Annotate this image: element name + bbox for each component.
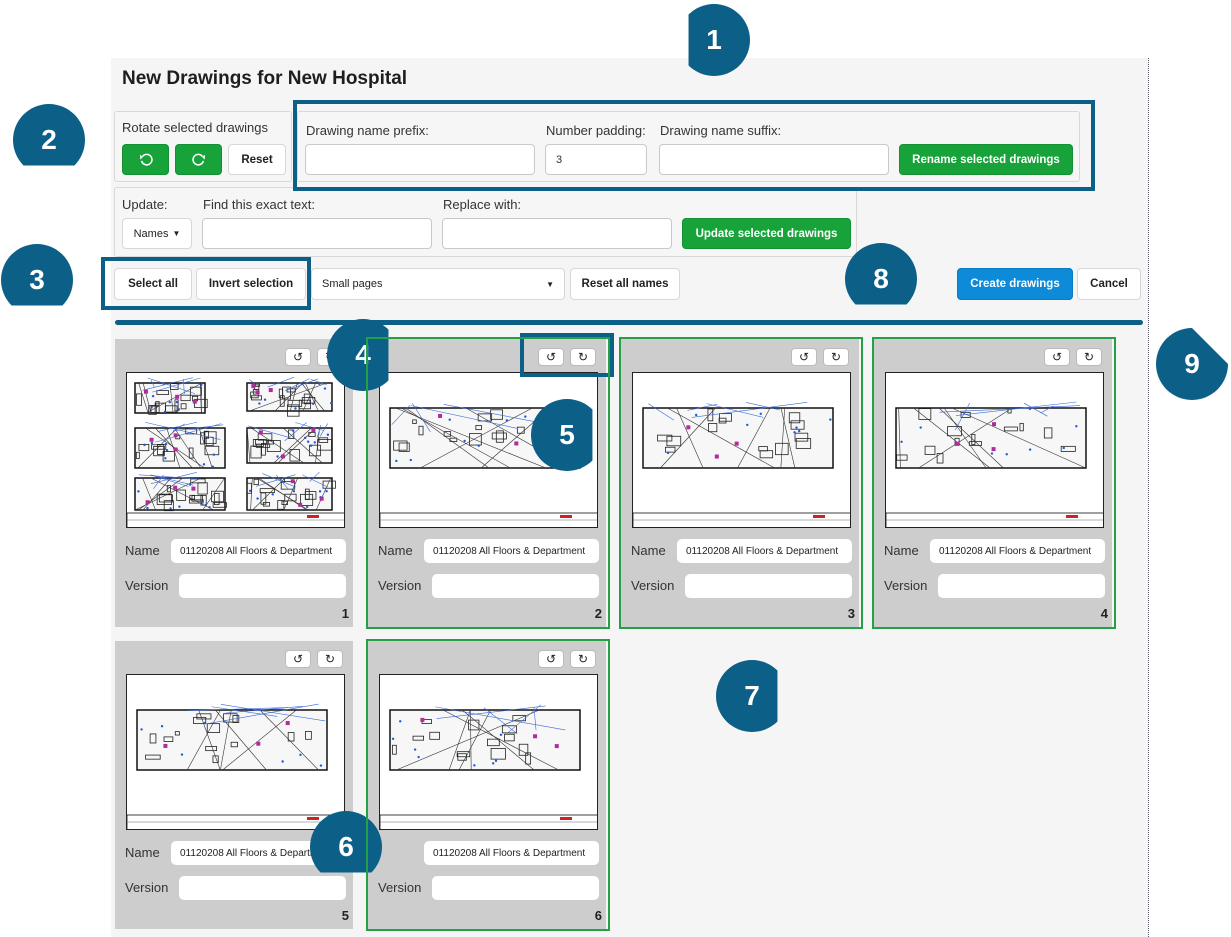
rotate-ccw-button[interactable] <box>122 144 169 175</box>
callout-number: 2 <box>41 124 57 155</box>
annotation-separator <box>115 320 1143 325</box>
find-input[interactable] <box>202 218 432 249</box>
callout-number: 8 <box>873 263 889 294</box>
selected-card-outline <box>619 337 863 629</box>
update-field-value: Names <box>133 227 169 240</box>
caret-down-icon: ▼ <box>172 229 181 238</box>
callout-marker: 9 <box>1156 328 1228 400</box>
card-name-label: Name <box>125 845 160 860</box>
callout-marker: 3 <box>1 244 73 316</box>
callout-marker: 7 <box>716 660 788 732</box>
card-name-label: Name <box>125 543 160 558</box>
find-label: Find this exact text: <box>203 197 315 212</box>
page-size-value: Small pages <box>322 278 383 290</box>
card-version-input[interactable] <box>179 574 346 598</box>
create-drawings-button[interactable]: Create drawings <box>957 268 1073 300</box>
drawing-card[interactable]: ↺ ↻ Name 01120208 All Floors & Departmen… <box>115 339 353 627</box>
callout-highlight-rename <box>293 100 1095 191</box>
drawing-thumbnail <box>126 372 345 528</box>
callout-number: 1 <box>706 24 722 55</box>
callout-number: 3 <box>29 264 45 295</box>
cancel-button[interactable]: Cancel <box>1077 268 1141 300</box>
callout-marker: 8 <box>845 243 917 315</box>
callout-highlight-selection <box>101 257 311 310</box>
card-number: 1 <box>341 606 349 621</box>
update-selected-button[interactable]: Update selected drawings <box>682 218 851 249</box>
callout-number: 9 <box>1184 348 1200 379</box>
page-size-select[interactable]: Small pages ▼ <box>311 268 565 300</box>
replace-label: Replace with: <box>443 197 522 212</box>
callout-number: 7 <box>744 680 760 711</box>
update-field-select[interactable]: Names ▼ <box>122 218 192 249</box>
card-rotate-ccw-button[interactable]: ↺ <box>285 650 311 668</box>
drawing-thumbnail <box>126 674 345 830</box>
reset-all-names-button[interactable]: Reset all names <box>570 268 680 300</box>
rotate-cw-button[interactable] <box>175 144 222 175</box>
card-rotate-cw-button[interactable]: ↻ <box>317 650 343 668</box>
card-name-input[interactable]: 01120208 All Floors & Department <box>171 539 346 563</box>
selected-card-outline <box>872 337 1116 629</box>
callout-marker: 2 <box>13 104 85 176</box>
scroll-edge <box>1148 58 1149 937</box>
caret-down-icon: ▼ <box>546 279 554 289</box>
drawing-card[interactable]: ↺ ↻ Name 01120208 All Floors & Departi V… <box>115 641 353 929</box>
rotate-reset-button[interactable]: Reset <box>228 144 286 175</box>
rotate-label: Rotate selected drawings <box>122 120 268 135</box>
update-label: Update: <box>122 197 168 212</box>
card-version-label: Version <box>125 880 169 895</box>
selected-card-outline <box>366 639 610 931</box>
selected-card-outline <box>366 337 610 629</box>
card-rotate-ccw-button[interactable]: ↺ <box>285 348 311 366</box>
page-title: New Drawings for New Hospital <box>122 68 408 89</box>
card-version-label: Version <box>125 578 169 593</box>
callout-marker: 1 <box>678 4 750 76</box>
rotate-ccw-icon <box>139 153 153 166</box>
rotate-cw-icon <box>191 153 205 166</box>
card-number: 5 <box>341 908 349 923</box>
replace-input[interactable] <box>442 218 672 249</box>
